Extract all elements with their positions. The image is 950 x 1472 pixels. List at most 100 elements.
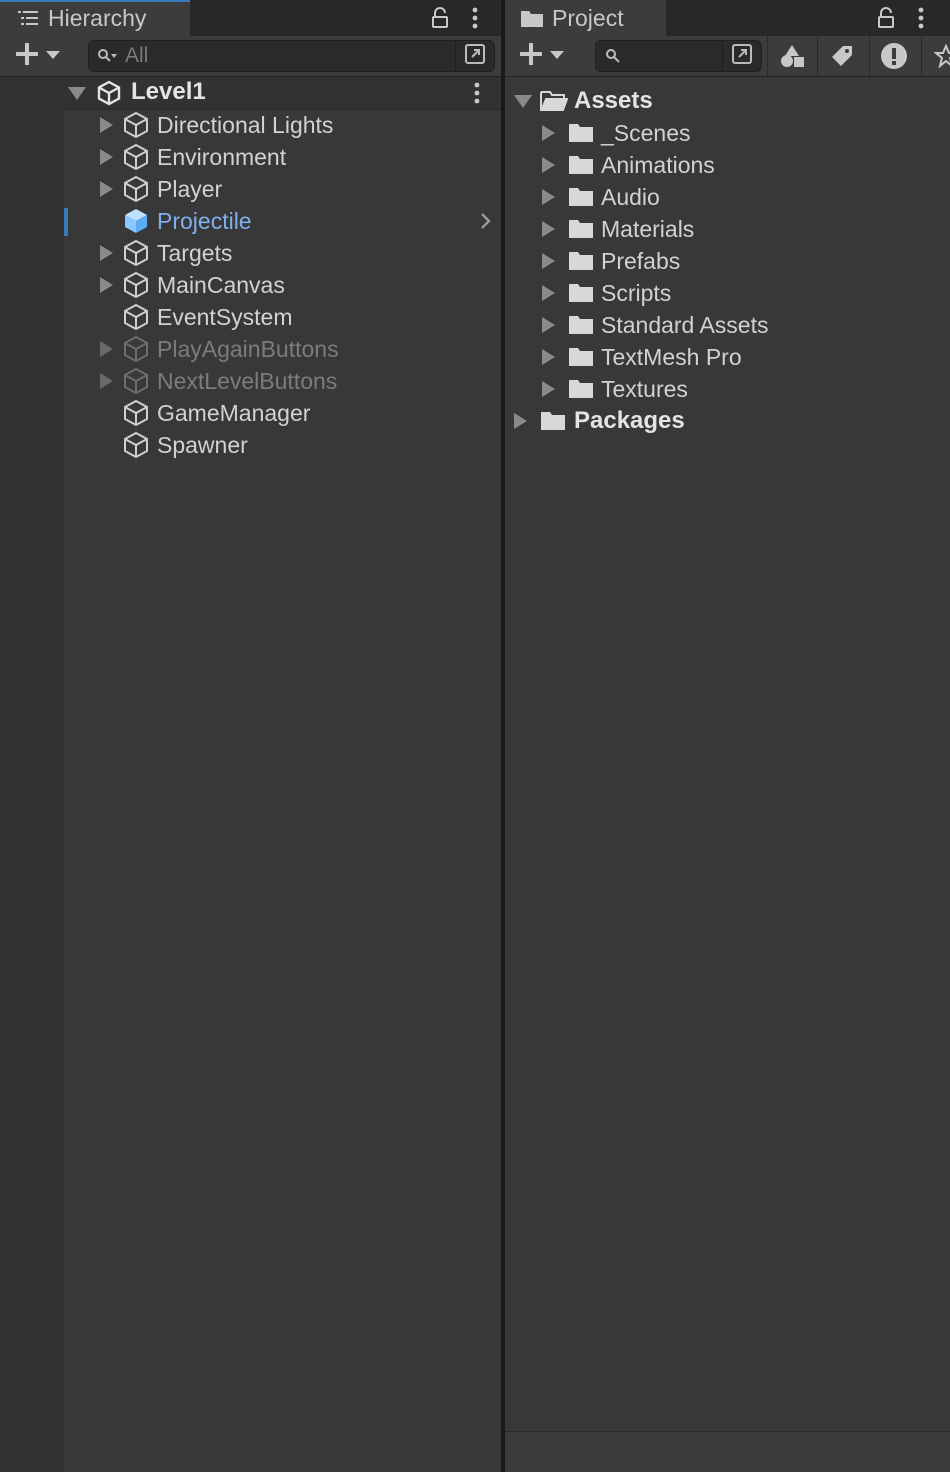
hierarchy-search-input[interactable] <box>125 44 425 68</box>
asset-folder-item[interactable]: Standard Assets <box>505 309 950 341</box>
expand-window-icon <box>731 43 753 70</box>
gameobject-icon <box>122 271 150 299</box>
hierarchy-item[interactable]: Directional Lights <box>0 109 501 141</box>
expand-arrow-icon[interactable] <box>542 317 555 333</box>
asset-folder-item[interactable]: Prefabs <box>505 245 950 277</box>
search-by-type-icon[interactable] <box>767 36 816 76</box>
lock-icon[interactable] <box>426 4 454 32</box>
hierarchy-item-label: Directional Lights <box>157 112 334 138</box>
folder-icon <box>568 313 596 337</box>
assets-folder[interactable]: Assets <box>505 85 950 117</box>
create-button[interactable] <box>518 41 564 71</box>
expand-arrow-icon[interactable] <box>100 181 113 197</box>
search-icon <box>605 48 621 64</box>
folder-icon <box>540 409 568 433</box>
asset-folder-item[interactable]: Materials <box>505 213 950 245</box>
hierarchy-item[interactable]: Player <box>0 173 501 205</box>
project-tab-label: Project <box>552 4 624 31</box>
search-scope-button[interactable] <box>722 41 761 71</box>
project-tab-bar: Project <box>505 0 950 36</box>
dropdown-arrow-icon <box>550 47 564 65</box>
hierarchy-item[interactable]: MainCanvas <box>0 269 501 301</box>
expand-arrow-icon[interactable] <box>100 341 113 357</box>
expand-arrow-icon[interactable] <box>542 125 555 141</box>
asset-folder-item[interactable]: Animations <box>505 149 950 181</box>
project-tab[interactable]: Project <box>505 0 666 36</box>
hierarchy-item-label: PlayAgainButtons <box>157 336 339 362</box>
hierarchy-search[interactable] <box>88 40 495 72</box>
expand-arrow-icon[interactable] <box>542 253 555 269</box>
favorite-icon[interactable] <box>921 36 950 76</box>
project-toolbar <box>505 36 950 77</box>
search-by-label-icon[interactable] <box>817 36 866 76</box>
asset-folder-item-label: Standard Assets <box>601 312 769 338</box>
hierarchy-item[interactable]: EventSystem <box>0 301 501 333</box>
chevron-right-icon[interactable] <box>478 211 494 231</box>
assets-folder-label: Assets <box>574 87 653 114</box>
asset-folder-item[interactable]: Audio <box>505 181 950 213</box>
folder-icon <box>568 217 596 241</box>
hierarchy-panel: Hierarchy All Level1 Directional Lights … <box>0 0 501 1472</box>
hierarchy-item[interactable]: Projectile <box>0 205 501 237</box>
expand-arrow-icon[interactable] <box>542 221 555 237</box>
expand-arrow-icon[interactable] <box>100 245 113 261</box>
plus-icon <box>518 41 544 72</box>
packages-folder[interactable]: Packages <box>505 405 950 437</box>
asset-folder-item[interactable]: Textures <box>505 373 950 405</box>
expand-arrow-icon[interactable] <box>514 413 527 429</box>
scene-row[interactable]: Level1 <box>0 77 501 110</box>
expand-arrow-icon[interactable] <box>100 373 113 389</box>
tab-accent-line <box>0 0 190 2</box>
more-options-icon[interactable] <box>907 4 935 32</box>
hierarchy-item-label: Environment <box>157 144 287 170</box>
hierarchy-item-label: Spawner <box>157 432 248 458</box>
asset-folder-item-label: Scripts <box>601 280 672 306</box>
search-scope-button[interactable] <box>455 41 494 71</box>
packages-folder-label: Packages <box>574 407 685 434</box>
gameobject-icon <box>122 335 150 363</box>
hierarchy-item-label: Targets <box>157 240 233 266</box>
asset-folder-item-label: Prefabs <box>601 248 681 274</box>
scene-more-icon[interactable] <box>470 81 484 105</box>
hierarchy-item-label: GameManager <box>157 400 311 426</box>
hierarchy-item[interactable]: Targets <box>0 237 501 269</box>
expand-arrow-icon[interactable] <box>542 285 555 301</box>
folder-open-icon <box>540 89 568 113</box>
expand-arrow-icon[interactable] <box>100 149 113 165</box>
folder-icon <box>568 185 596 209</box>
hierarchy-item-label: Projectile <box>157 208 252 234</box>
expand-arrow-icon[interactable] <box>542 349 555 365</box>
project-search-input[interactable] <box>629 44 719 68</box>
hierarchy-item[interactable]: Spawner <box>0 429 501 461</box>
asset-folder-item[interactable]: _Scenes <box>505 117 950 149</box>
hierarchy-tab-label: Hierarchy <box>48 4 147 31</box>
expand-arrow-icon[interactable] <box>100 117 113 133</box>
more-options-icon[interactable] <box>461 4 489 32</box>
expand-arrow-icon[interactable] <box>542 157 555 173</box>
project-search[interactable] <box>595 40 762 72</box>
hierarchy-item[interactable]: NextLevelButtons <box>0 365 501 397</box>
lock-icon[interactable] <box>872 4 900 32</box>
asset-folder-item[interactable]: Scripts <box>505 277 950 309</box>
hierarchy-item-label: Player <box>157 176 223 202</box>
hierarchy-item[interactable]: Environment <box>0 141 501 173</box>
create-button[interactable] <box>14 41 60 71</box>
warning-icon[interactable] <box>869 36 918 76</box>
gameobject-icon <box>122 367 150 395</box>
expand-arrow-icon[interactable] <box>514 95 532 108</box>
project-status-bar <box>505 1431 950 1472</box>
asset-folder-item-label: Materials <box>601 216 695 242</box>
expand-arrow-icon[interactable] <box>100 277 113 293</box>
asset-folder-item[interactable]: TextMesh Pro <box>505 341 950 373</box>
gameobject-icon <box>122 399 150 427</box>
folder-icon <box>520 8 544 28</box>
expand-arrow-icon[interactable] <box>542 381 555 397</box>
hierarchy-item[interactable]: PlayAgainButtons <box>0 333 501 365</box>
hierarchy-item[interactable]: GameManager <box>0 397 501 429</box>
hierarchy-tab[interactable]: Hierarchy <box>0 0 190 36</box>
asset-folder-item-label: Animations <box>601 152 715 178</box>
expand-arrow-icon[interactable] <box>68 87 86 100</box>
hierarchy-item-label: EventSystem <box>157 304 293 330</box>
expand-arrow-icon[interactable] <box>542 189 555 205</box>
asset-folder-item-label: _Scenes <box>601 120 691 146</box>
